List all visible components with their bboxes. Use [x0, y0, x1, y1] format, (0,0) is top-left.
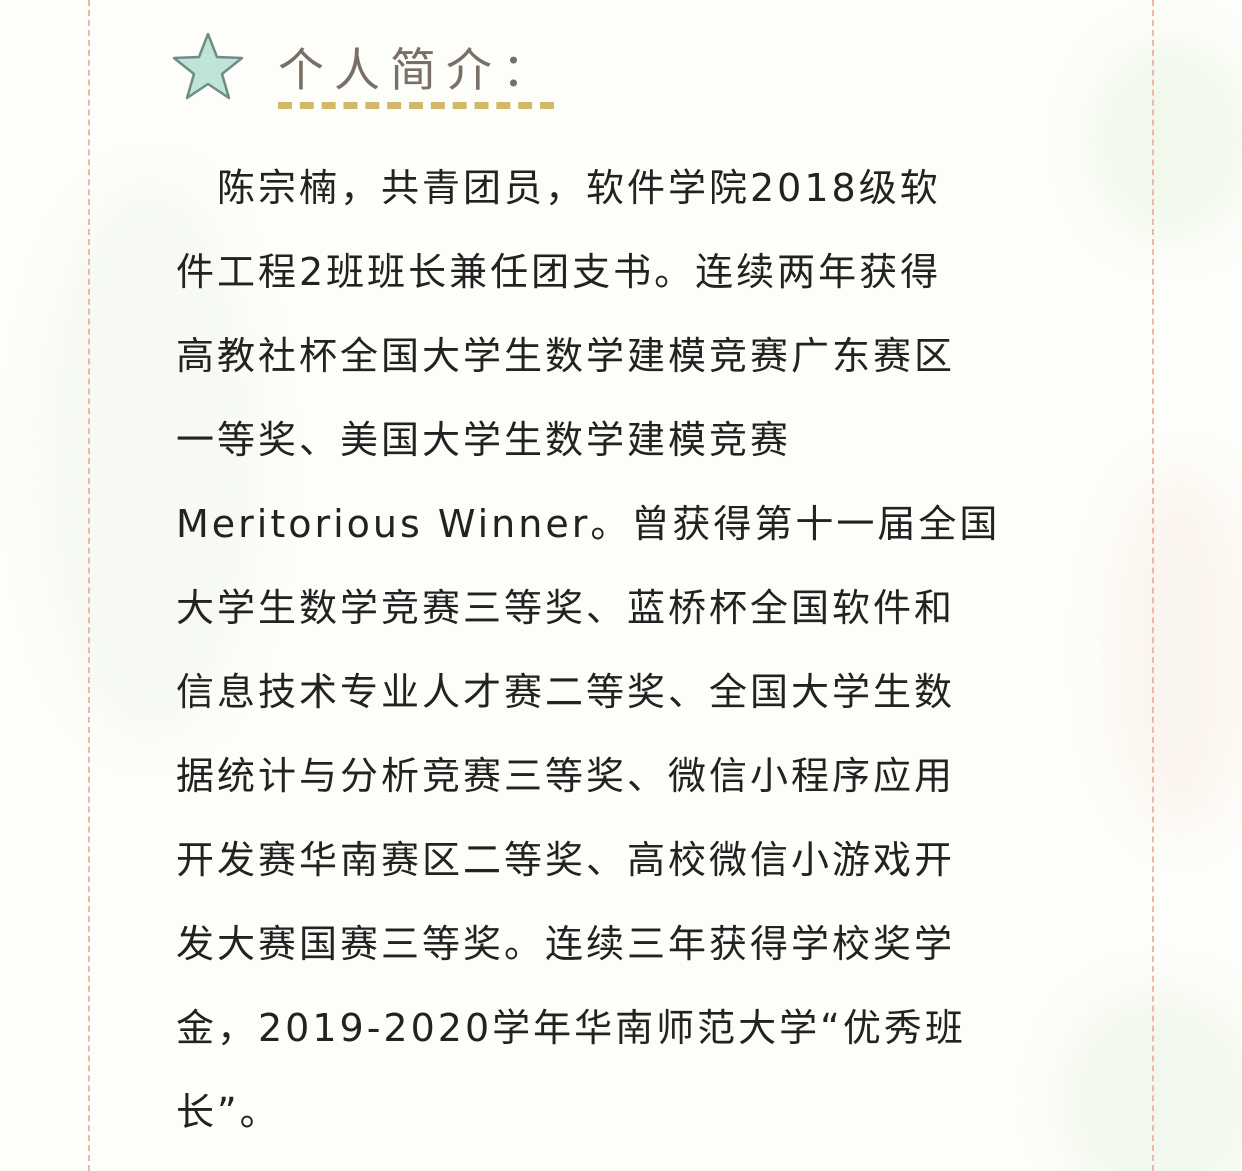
bio-line: 高教社杯全国大学生数学建模竞赛广东赛区 [176, 334, 956, 378]
bio-line: 件工程2班班长兼任团支书。连续两年获得 [176, 250, 942, 294]
title-underline [278, 102, 554, 109]
page: 个人简介： 陈宗楠，共青团员，软件学院2018级软 件工程2班班长兼任团支书。连续… [0, 0, 1242, 1171]
decor-blob [1090, 40, 1242, 240]
bio-line: 金，2019-2020学年华南师范大学“优秀班 [176, 1006, 966, 1050]
bio-line: 发大赛国赛三等奖。连续三年获得学校奖学 [176, 922, 956, 966]
section-header: 个人简介： [170, 30, 590, 120]
dashed-frame-left [88, 0, 90, 1171]
bio-line: 陈宗楠，共青团员，软件学院2018级软 [176, 166, 941, 210]
bio-line: 一等奖、美国大学生数学建模竞赛 [176, 418, 792, 462]
bio-line: 开发赛华南赛区二等奖、高校微信小游戏开 [176, 838, 956, 882]
bio-line: Meritorious Winner。曾获得第十一届全国 [176, 502, 1001, 546]
decor-blob [1060, 990, 1242, 1171]
bio-line: 大学生数学竞赛三等奖、蓝桥杯全国软件和 [176, 586, 956, 630]
bio-line: 据统计与分析竞赛三等奖、微信小程序应用 [176, 754, 956, 798]
decor-blob [1110, 470, 1242, 830]
star-icon [172, 32, 244, 100]
section-title: 个人简介： [278, 43, 558, 97]
bio-line: 信息技术专业人才赛二等奖、全国大学生数 [176, 670, 956, 714]
dashed-frame-right [1152, 0, 1154, 1171]
bio-paragraph: 陈宗楠，共青团员，软件学院2018级软 件工程2班班长兼任团支书。连续两年获得 高教… [176, 146, 1056, 1154]
bio-line: 长”。 [176, 1090, 281, 1134]
